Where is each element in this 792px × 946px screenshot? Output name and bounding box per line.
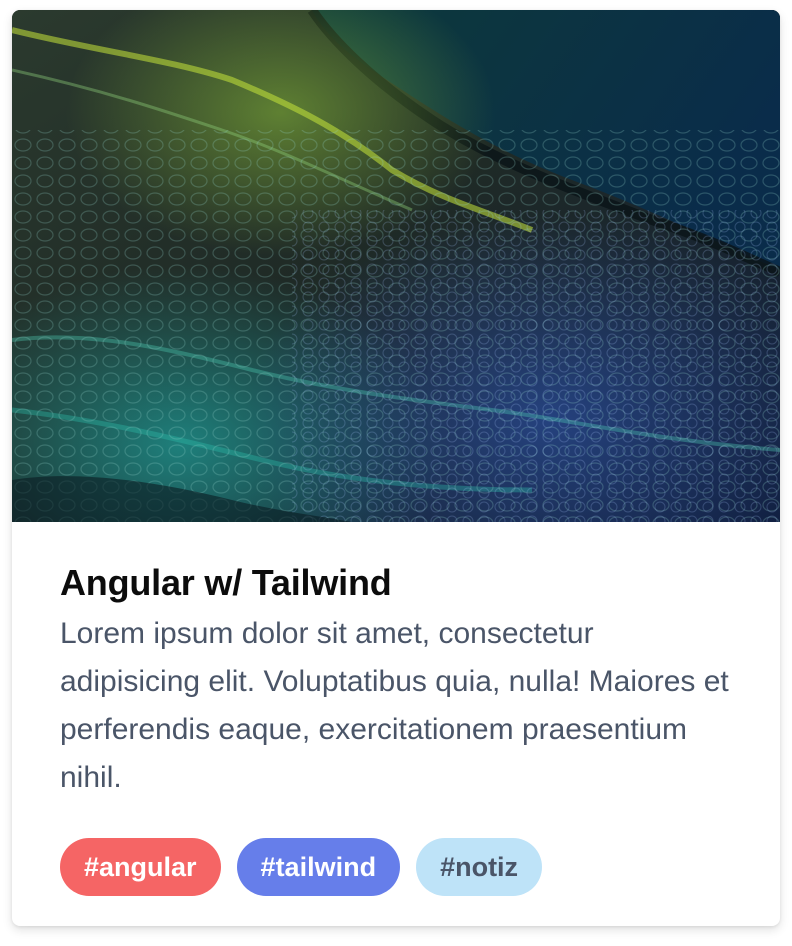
tag-angular[interactable]: #angular xyxy=(60,838,221,896)
card-title[interactable]: Angular w/ Tailwind xyxy=(60,558,732,608)
blog-card[interactable]: Angular w/ Tailwind Lorem ipsum dolor si… xyxy=(12,10,780,926)
card-description: Lorem ipsum dolor sit amet, consectetur … xyxy=(60,617,729,794)
tag-tailwind[interactable]: #tailwind xyxy=(236,838,401,896)
card-body: Angular w/ Tailwind Lorem ipsum dolor si… xyxy=(60,558,732,802)
card-hero-image xyxy=(12,10,780,522)
tag-notiz[interactable]: #notiz xyxy=(416,838,543,896)
tag-list: #angular #tailwind #notiz xyxy=(60,838,543,896)
